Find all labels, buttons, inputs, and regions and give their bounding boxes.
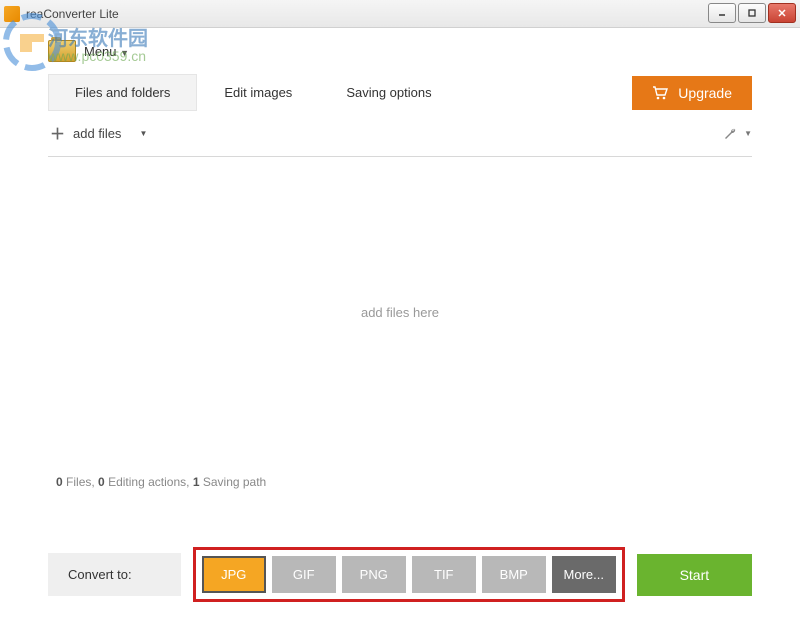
drop-placeholder: add files here (361, 305, 439, 320)
toolbar-row: ＋ add files ▼ ▼ (0, 111, 800, 156)
tab-files-and-folders[interactable]: Files and folders (48, 74, 197, 111)
chevron-down-icon: ▼ (744, 129, 752, 138)
format-png-button[interactable]: PNG (342, 556, 406, 593)
chevron-down-icon: ▼ (120, 48, 129, 58)
format-label: More... (564, 567, 604, 582)
menu-label: Menu (84, 44, 117, 59)
format-label: PNG (360, 567, 388, 582)
convert-to-label: Convert to: (48, 553, 181, 596)
format-label: JPG (221, 567, 246, 582)
plus-icon: ＋ (50, 123, 65, 144)
start-label: Start (680, 567, 710, 583)
add-files-label: add files (73, 126, 121, 141)
wrench-icon (722, 126, 738, 142)
format-tif-button[interactable]: TIF (412, 556, 476, 593)
app-icon (4, 6, 20, 22)
upgrade-label: Upgrade (678, 85, 732, 101)
status-bar: 0 Files, 0 Editing actions, 1 Saving pat… (0, 467, 800, 497)
tabs-row: Files and folders Edit images Saving opt… (0, 68, 800, 111)
window-controls (708, 3, 796, 23)
cart-icon (652, 86, 668, 100)
files-label: Files, (66, 475, 95, 489)
menu-row: Menu ▼ (0, 28, 800, 68)
format-group: JPG GIF PNG TIF BMP More... (193, 547, 625, 602)
menu-button[interactable]: Menu ▼ (84, 44, 129, 59)
format-label: GIF (293, 567, 315, 582)
format-jpg-button[interactable]: JPG (202, 556, 266, 593)
tab-saving-options[interactable]: Saving options (319, 74, 458, 111)
maximize-button[interactable] (738, 3, 766, 23)
actions-label: Editing actions, (108, 475, 189, 489)
tab-label: Edit images (224, 85, 292, 100)
paths-label: Saving path (203, 475, 266, 489)
format-more-button[interactable]: More... (552, 556, 616, 593)
add-files-button[interactable]: ＋ add files ▼ (48, 119, 149, 148)
paths-count: 1 (193, 475, 200, 489)
folder-icon (48, 40, 76, 62)
drop-area[interactable]: add files here (0, 157, 800, 467)
minimize-button[interactable] (708, 3, 736, 23)
format-label: TIF (434, 567, 454, 582)
close-button[interactable] (768, 3, 796, 23)
tab-label: Files and folders (75, 85, 170, 100)
format-gif-button[interactable]: GIF (272, 556, 336, 593)
tab-label: Saving options (346, 85, 431, 100)
format-bmp-button[interactable]: BMP (482, 556, 546, 593)
files-count: 0 (56, 475, 63, 489)
upgrade-button[interactable]: Upgrade (632, 76, 752, 110)
format-label: BMP (500, 567, 528, 582)
chevron-down-icon: ▼ (139, 129, 147, 138)
window-title: reaConverter Lite (26, 7, 119, 21)
settings-button[interactable]: ▼ (722, 126, 752, 142)
start-button[interactable]: Start (637, 554, 752, 596)
titlebar: reaConverter Lite (0, 0, 800, 28)
tab-edit-images[interactable]: Edit images (197, 74, 319, 111)
convert-row: Convert to: JPG GIF PNG TIF BMP More... … (48, 547, 752, 602)
actions-count: 0 (98, 475, 105, 489)
